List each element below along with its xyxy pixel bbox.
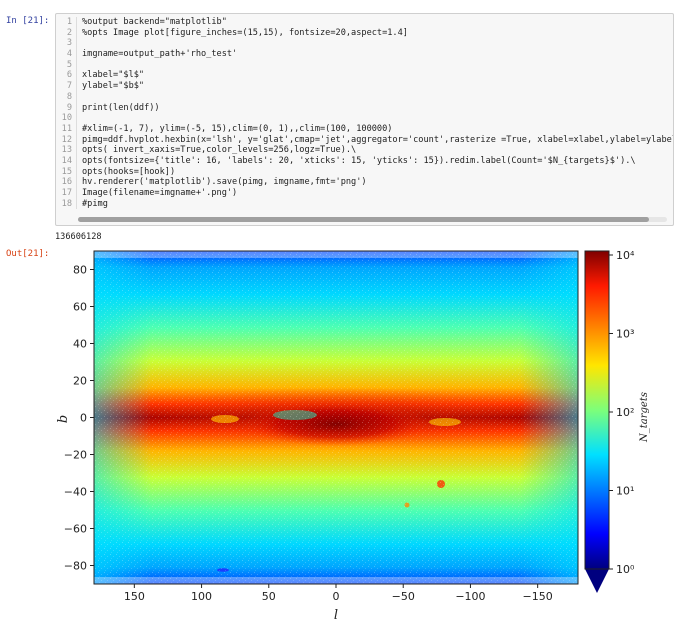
- colorbar: [584, 250, 610, 593]
- line-number: 5: [56, 59, 77, 71]
- x-tick-label: −150: [523, 590, 553, 603]
- line-number: 3: [56, 38, 77, 50]
- code-line[interactable]: 10: [56, 113, 673, 124]
- horizontal-scrollbar[interactable]: [78, 217, 667, 222]
- y-tick-label: −80: [64, 560, 87, 573]
- y-tick-label: 60: [73, 301, 87, 314]
- y-tick-label: −60: [64, 523, 87, 536]
- line-number: 8: [56, 91, 77, 103]
- code-line[interactable]: 4 imgname=output_path+'rho_test': [56, 49, 673, 60]
- code-text: print(len(ddf)): [82, 102, 160, 113]
- cell-stdout: 136606128: [55, 232, 102, 242]
- colorbar-label: N_targets: [639, 392, 650, 443]
- code-text: pimg=ddf.hvplot.hexbin(x='lsh', y='glat'…: [82, 134, 673, 145]
- code-line[interactable]: 3: [56, 38, 673, 50]
- y-axis-label: b: [56, 415, 71, 423]
- code-line[interactable]: 2 %opts Image plot[figure_inches=(15,15),…: [56, 27, 673, 39]
- line-number: 2: [56, 27, 77, 39]
- code-text: opts(fontsize={'title': 16, 'labels': 20…: [82, 155, 636, 166]
- x-tick-label: 50: [262, 590, 276, 603]
- x-axis-label: l: [334, 608, 338, 622]
- code-line[interactable]: 13 opts( invert_xaxis=True,color_levels=2…: [56, 145, 673, 156]
- code-cell[interactable]: 1 %output backend="matplotlib" 2 %opts Imag…: [55, 13, 674, 226]
- code-line[interactable]: 11 #xlim=(-1, 7), ylim=(-5, 15),clim=(0, …: [56, 123, 673, 135]
- y-tick-label: −20: [64, 449, 87, 462]
- code-text: #xlim=(-1, 7), ylim=(-5, 15),clim=(0, 1)…: [82, 123, 393, 134]
- x-tick-label: 150: [124, 590, 145, 603]
- code-line[interactable]: 18 #pimg: [56, 198, 673, 210]
- line-number: 9: [56, 102, 77, 114]
- line-number: 16: [56, 177, 77, 188]
- y-tick-label: 0: [80, 412, 87, 425]
- line-number: 18: [56, 198, 77, 210]
- y-tick-label: −40: [64, 486, 87, 499]
- code-line[interactable]: 1 %output backend="matplotlib": [56, 17, 673, 28]
- code-text: ylabel="$b$": [82, 81, 145, 92]
- code-line[interactable]: 5: [56, 59, 673, 71]
- code-line[interactable]: 16 hv.renderer('matplotlib').save(pimg, i…: [56, 177, 673, 188]
- y-tick-label: 40: [73, 338, 87, 351]
- colorbar-tick-label: 10²: [616, 406, 634, 419]
- x-tick-label: 100: [191, 590, 212, 603]
- output-prompt: Out[21]:: [6, 249, 50, 259]
- line-number: 12: [56, 134, 77, 146]
- line-number: 6: [56, 70, 77, 82]
- code-text: Image(filename=imgname+'.png'): [82, 188, 238, 198]
- line-number: 17: [56, 188, 77, 199]
- code-line[interactable]: 7 ylabel="$b$": [56, 81, 673, 92]
- x-tick-label: 0: [333, 590, 340, 603]
- output-plot: 150 100 50 0 −50 −100 −150 −80 −60 −40 −20 0 20 40 60…: [55, 247, 677, 623]
- code-text: imgname=output_path+'rho_test': [82, 49, 238, 60]
- code-line[interactable]: 14 opts(fontsize={'title': 16, 'labels': …: [56, 155, 673, 167]
- input-prompt: In [21]:: [6, 16, 50, 26]
- colorbar-tick-label: 10⁴: [616, 249, 635, 262]
- code-text: #pimg: [82, 198, 108, 209]
- code-line[interactable]: 17 Image(filename=imgname+'.png'): [56, 188, 673, 199]
- heatmap-area: [93, 250, 579, 585]
- line-number: 13: [56, 145, 77, 156]
- code-line[interactable]: 8: [56, 91, 673, 103]
- colorbar-tick-label: 10⁰: [616, 563, 635, 576]
- code-text: %output backend="matplotlib": [82, 17, 227, 27]
- line-number: 7: [56, 81, 77, 92]
- hexbin-chart: 150 100 50 0 −50 −100 −150 −80 −60 −40 −20 0 20 40 60…: [56, 249, 650, 623]
- code-text: opts(hooks=[hook]): [82, 166, 176, 177]
- y-tick-label: 20: [73, 375, 87, 388]
- code-line[interactable]: 9 print(len(ddf)): [56, 102, 673, 114]
- code-text: opts( invert_xaxis=True,color_levels=256…: [82, 145, 357, 156]
- code-line[interactable]: 6 xlabel="$l$": [56, 70, 673, 82]
- code-editor[interactable]: 1 %output backend="matplotlib" 2 %opts Imag…: [56, 17, 673, 210]
- line-number: 4: [56, 49, 77, 60]
- line-number: 14: [56, 155, 77, 167]
- scrollbar-thumb[interactable]: [78, 217, 650, 222]
- x-tick-label: −100: [455, 590, 485, 603]
- colorbar-tick-label: 10³: [616, 328, 634, 341]
- line-number: 10: [56, 113, 77, 124]
- line-number: 11: [56, 123, 77, 135]
- code-text: %opts Image plot[figure_inches=(15,15), …: [82, 27, 408, 38]
- x-tick-label: −50: [392, 590, 415, 603]
- line-number: 15: [56, 166, 77, 178]
- code-text: xlabel="$l$": [82, 70, 145, 81]
- y-tick-label: 80: [73, 264, 87, 277]
- code-text: hv.renderer('matplotlib').save(pimg, img…: [82, 177, 367, 188]
- line-number: 1: [56, 17, 77, 28]
- code-line[interactable]: 15 opts(hooks=[hook]): [56, 166, 673, 178]
- code-line[interactable]: 12 pimg=ddf.hvplot.hexbin(x='lsh', y='gla…: [56, 134, 673, 146]
- colorbar-tick-label: 10¹: [616, 485, 634, 498]
